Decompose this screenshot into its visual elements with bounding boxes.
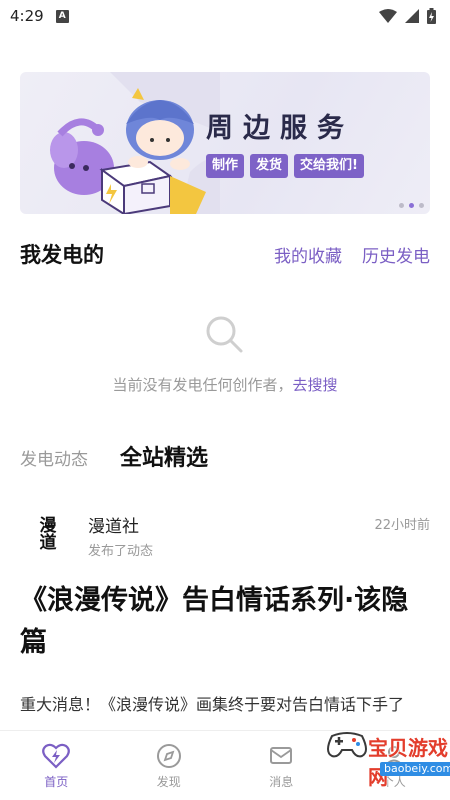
nav-messages[interactable]: 消息	[241, 743, 321, 790]
avatar-logo-text: 漫道	[35, 516, 56, 550]
battery-icon	[427, 8, 436, 24]
tab-featured[interactable]: 全站精选	[120, 440, 208, 472]
post-title[interactable]: 《浪漫传说》告白情话系列·该隐篇	[20, 580, 432, 664]
watermark-url: baobeiy.com	[380, 762, 450, 776]
section-title: 我发电的	[20, 243, 104, 267]
history-link[interactable]: 历史发电	[362, 242, 430, 267]
post-action-text: 发布了动态	[88, 544, 154, 559]
author-avatar[interactable]: 漫道	[22, 510, 68, 556]
search-icon	[206, 316, 243, 353]
post-timestamp: 22小时前	[374, 518, 430, 533]
banner-illustration	[50, 72, 220, 214]
nav-label: 首页	[44, 775, 69, 789]
nav-home[interactable]: 首页	[16, 743, 96, 790]
signal-icon	[405, 9, 419, 23]
banner-page-indicator	[399, 203, 424, 208]
status-time: 4:29	[10, 7, 44, 25]
go-search-link[interactable]: 去搜搜	[293, 376, 338, 394]
banner-title: 周边服务	[206, 113, 354, 144]
supported-section-header: 我发电的 我的收藏 历史发电	[20, 236, 430, 272]
site-watermark: 宝贝游戏网 baobeiy.com	[322, 718, 450, 789]
feed-tabs: 发电动态 全站精选	[20, 440, 208, 472]
promo-banner[interactable]: 周边服务 制作 发货 交给我们!	[20, 72, 430, 214]
page-dot	[399, 203, 404, 208]
favorites-link[interactable]: 我的收藏	[274, 242, 342, 267]
watermark-title: 宝贝游戏网	[368, 736, 448, 789]
compass-icon	[156, 744, 181, 768]
status-bar: 4:29 A	[0, 0, 450, 32]
tab-support-updates[interactable]: 发电动态	[20, 445, 88, 470]
banner-tag: 发货	[250, 154, 289, 178]
page-dot	[419, 203, 424, 208]
banner-tag: 交给我们!	[294, 154, 364, 178]
lightning-heart-icon	[42, 743, 71, 769]
nav-label: 消息	[269, 775, 294, 789]
page-dot-active	[409, 203, 414, 208]
nav-label: 发现	[156, 775, 181, 789]
notification-a-icon: A	[55, 9, 69, 23]
nav-discover[interactable]: 发现	[129, 743, 209, 790]
empty-state-message: 当前没有发电任何创作者，	[112, 376, 293, 394]
post-author-name[interactable]: 漫道社	[88, 512, 139, 537]
post-body[interactable]: 重大消息！《浪漫传说》画集终于要对告白情话下手了	[20, 688, 430, 722]
gamepad-icon	[327, 732, 367, 758]
banner-tags: 制作 发货 交给我们!	[206, 154, 364, 178]
empty-state-text: 当前没有发电任何创作者，去搜搜	[0, 374, 450, 395]
banner-tag: 制作	[206, 154, 245, 178]
app-screen: 4:29 A 周边服务 制作 发货 交给我们! 我发电的 我的收藏 历史发电 当…	[0, 0, 450, 800]
wifi-icon	[379, 9, 397, 23]
message-icon	[270, 747, 293, 764]
